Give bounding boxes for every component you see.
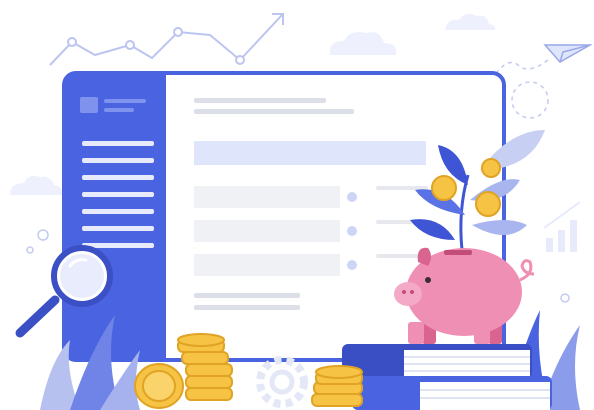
option-radio[interactable]: [347, 192, 357, 202]
content-subheading: [194, 109, 354, 114]
sidebar: [64, 73, 166, 360]
sidebar-item[interactable]: [82, 158, 154, 163]
sidebar-item[interactable]: [82, 226, 154, 231]
sidebar-subtitle-line: [104, 108, 134, 112]
content-heading: [194, 98, 326, 103]
search-input[interactable]: [194, 141, 426, 165]
option-radio[interactable]: [347, 260, 357, 270]
book-icon: [342, 344, 552, 410]
bar-chart-icon: [543, 201, 581, 252]
option-field[interactable]: [194, 254, 340, 276]
sidebar-logo: [80, 97, 98, 113]
sidebar-item[interactable]: [82, 192, 154, 197]
trend-line-icon: [49, 13, 284, 66]
footer-line: [194, 305, 300, 310]
finance-illustration: [10, 13, 593, 410]
sidebar-item[interactable]: [82, 141, 154, 146]
sidebar-item[interactable]: [82, 175, 154, 180]
option-field[interactable]: [194, 186, 340, 208]
sidebar-title-line: [104, 99, 146, 103]
gear-icon: [256, 356, 308, 408]
footer-line: [194, 293, 300, 298]
sidebar-item[interactable]: [82, 209, 154, 214]
option-field[interactable]: [194, 220, 340, 242]
option-radio[interactable]: [347, 226, 357, 236]
